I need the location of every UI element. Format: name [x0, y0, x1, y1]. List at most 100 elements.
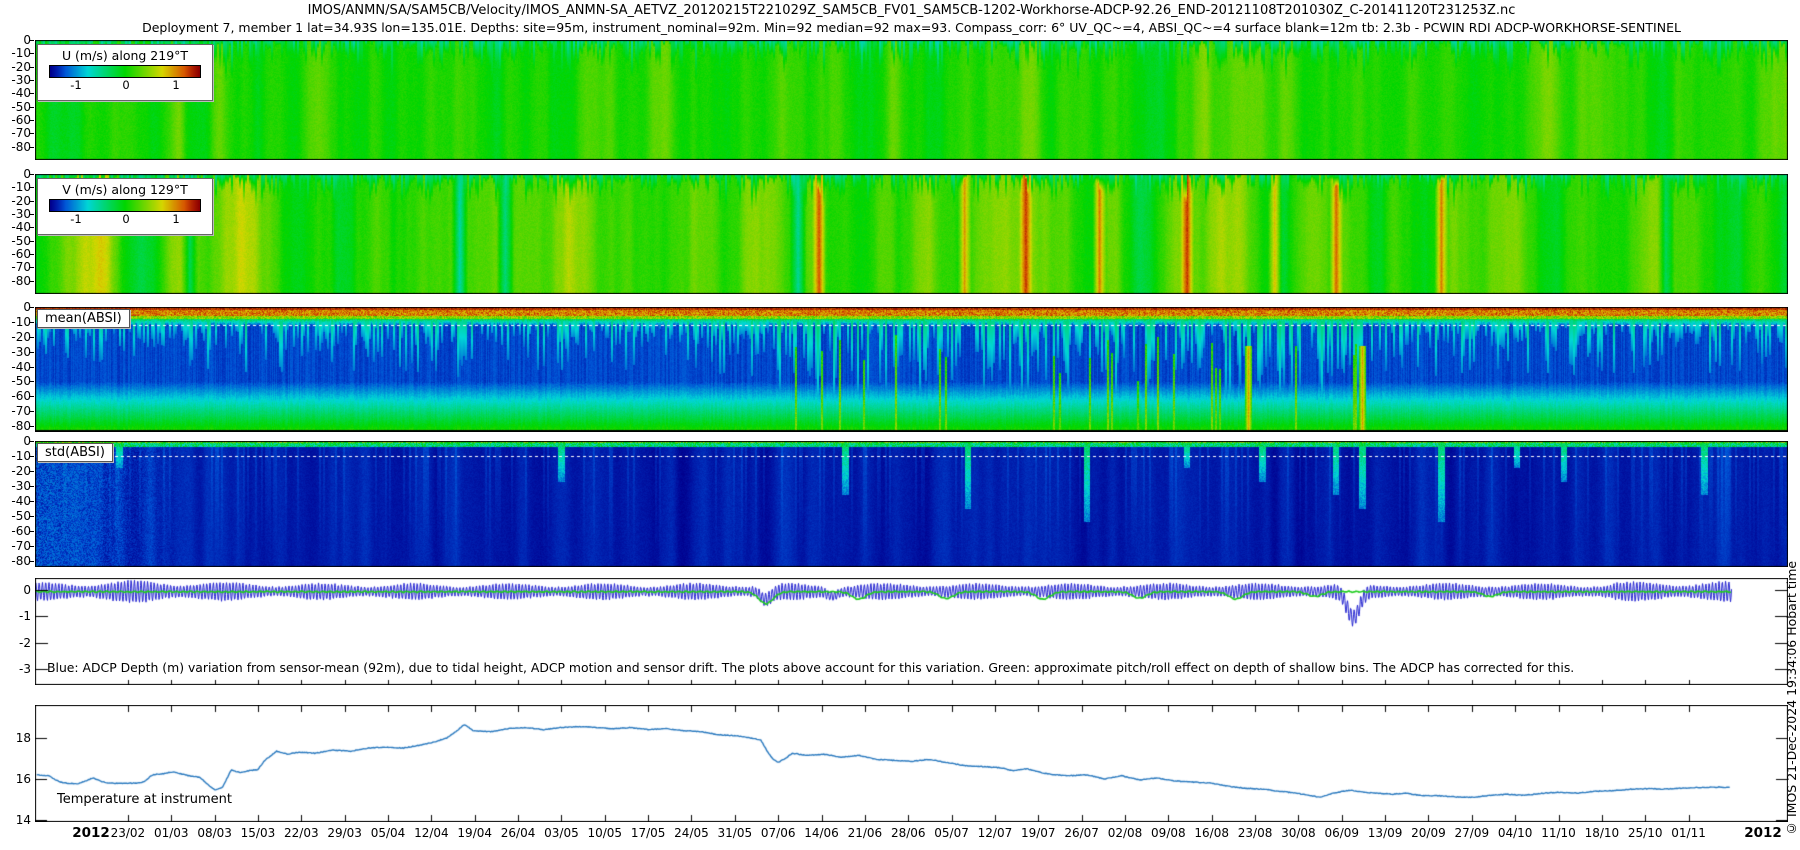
x-tick-label: 05/07: [934, 826, 969, 840]
x-tick-label: 08/03: [197, 826, 232, 840]
x-tick-label: 27/09: [1455, 826, 1490, 840]
y-tick-label: -3: [19, 662, 31, 676]
y-tick-mark: [30, 93, 34, 94]
y-tick-mark: [30, 80, 34, 81]
x-tick-label: 28/06: [891, 826, 926, 840]
y-tick-mark: [30, 516, 34, 517]
y-tick-mark: [30, 307, 34, 308]
x-tick-label: 05/04: [371, 826, 406, 840]
y-tick-label: -20: [11, 464, 31, 478]
x-tick-label: 12/04: [414, 826, 449, 840]
u-velocity-heatmap: [35, 40, 1788, 160]
y-tick-mark: [30, 501, 34, 502]
x-tick-label: 20/09: [1411, 826, 1446, 840]
y-tick-mark: [30, 40, 34, 41]
x-tick-label: 18/10: [1585, 826, 1620, 840]
y-tick-label: -80: [11, 140, 31, 154]
u-colorbar-tick: 0: [122, 78, 129, 92]
u-colorbar: [49, 65, 201, 78]
y-tick-mark: [30, 147, 34, 148]
x-tick-label: 19/04: [457, 826, 492, 840]
y-tick-label: -70: [11, 260, 31, 274]
y-tick-label: -40: [11, 360, 31, 374]
y-tick-mark: [30, 254, 34, 255]
y-tick-mark: [30, 67, 34, 68]
y-tick-mark: [30, 381, 34, 382]
x-tick-label: 01/11: [1671, 826, 1706, 840]
y-tick-label: 0: [23, 583, 31, 597]
x-tick-label: 07/06: [761, 826, 796, 840]
y-tick-mark: [30, 133, 34, 134]
x-tick-label: 23/08: [1238, 826, 1273, 840]
y-tick-mark: [30, 241, 34, 242]
y-tick-label: -70: [11, 404, 31, 418]
y-tick-label: -30: [11, 345, 31, 359]
y-tick-mark: [30, 322, 34, 323]
v-colorbar-legend: V (m/s) along 129°T -1 0 1: [37, 178, 213, 235]
y-tick-label: -40: [11, 220, 31, 234]
v-colorbar-tick: -1: [70, 212, 81, 226]
y-tick-label: 14: [16, 813, 31, 827]
v-colorbar-tick: 1: [172, 212, 179, 226]
y-tick-label: 18: [16, 731, 31, 745]
y-tick-label: -80: [11, 419, 31, 433]
depth-annotation: Blue: ADCP Depth (m) variation from sens…: [47, 660, 1574, 675]
y-tick-mark: [30, 53, 34, 54]
x-tick-label: 01/03: [154, 826, 189, 840]
y-tick-mark: [30, 201, 34, 202]
x-tick-label: 15/03: [241, 826, 276, 840]
y-tick-mark: [30, 561, 34, 562]
y-tick-label: -50: [11, 509, 31, 523]
y-tick-label: -20: [11, 194, 31, 208]
y-tick-mark: [30, 120, 34, 121]
y-tick-mark: [30, 471, 34, 472]
x-tick-label: 02/08: [1108, 826, 1143, 840]
x-tick-label: 14/06: [804, 826, 839, 840]
temperature-plot: [35, 705, 1788, 822]
x-tick-label: 11/10: [1541, 826, 1576, 840]
x-tick-label: 17/05: [631, 826, 666, 840]
x-tick-label: 21/06: [848, 826, 883, 840]
mean-absi-label: mean(ABSI): [37, 309, 130, 328]
x-tick-label: 30/08: [1281, 826, 1316, 840]
y-tick-mark: [30, 486, 34, 487]
y-tick-mark: [30, 107, 34, 108]
y-tick-label: -10: [11, 449, 31, 463]
y-tick-label: -60: [11, 247, 31, 261]
figure-title: IMOS/ANMN/SA/SAM5CB/Velocity/IMOS_ANMN-S…: [35, 3, 1788, 18]
v-velocity-heatmap: [35, 174, 1788, 294]
x-year-start-label: 2012: [72, 825, 110, 841]
temperature-label: Temperature at instrument: [57, 792, 232, 807]
y-tick-mark: [30, 227, 34, 228]
y-tick-label: -10: [11, 46, 31, 60]
v-colorbar: [49, 199, 201, 212]
y-tick-label: -10: [11, 180, 31, 194]
x-tick-label: 31/05: [718, 826, 753, 840]
x-tick-label: 23/02: [111, 826, 146, 840]
y-tick-label: -40: [11, 494, 31, 508]
x-tick-label: 06/09: [1324, 826, 1359, 840]
y-tick-label: -20: [11, 60, 31, 74]
y-tick-label: -50: [11, 374, 31, 388]
y-tick-label: -1: [19, 609, 31, 623]
y-tick-mark: [30, 456, 34, 457]
y-tick-label: -60: [11, 389, 31, 403]
y-tick-mark: [30, 281, 34, 282]
x-tick-label: 09/08: [1151, 826, 1186, 840]
y-tick-label: -20: [11, 330, 31, 344]
copyright-vertical-text: © IMOS 21-Dec-2024 19:34:06 Hobart time: [1784, 438, 1799, 836]
u-colorbar-tick: 1: [172, 78, 179, 92]
x-tick-label: 25/10: [1628, 826, 1663, 840]
y-tick-label: -30: [11, 207, 31, 221]
x-tick-label: 12/07: [978, 826, 1013, 840]
y-tick-mark: [30, 337, 34, 338]
x-tick-label: 16/08: [1194, 826, 1229, 840]
y-tick-mark: [30, 531, 34, 532]
x-tick-label: 26/07: [1064, 826, 1099, 840]
y-tick-mark: [30, 426, 34, 427]
y-tick-label: -30: [11, 73, 31, 87]
std-absi-heatmap: [35, 441, 1788, 567]
y-tick-mark: [30, 367, 34, 368]
v-legend-title: V (m/s) along 129°T: [38, 182, 212, 197]
v-colorbar-ticks: -1 0 1: [38, 212, 212, 226]
